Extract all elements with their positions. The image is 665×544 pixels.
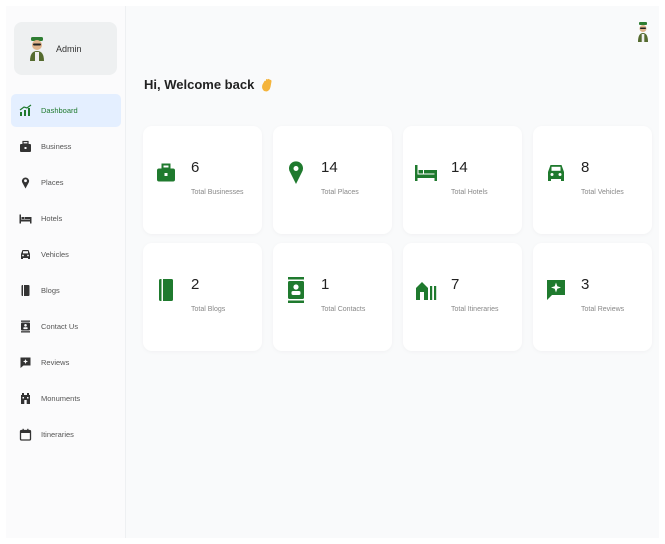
monument-icon xyxy=(19,392,32,405)
review-icon xyxy=(19,356,32,369)
stat-value: 14 xyxy=(321,159,338,176)
sidebar-item-label: Vehicles xyxy=(41,250,69,259)
sidebar-item-itineraries[interactable]: Itineraries xyxy=(11,418,121,451)
sidebar-item-monuments[interactable]: Monuments xyxy=(11,382,121,415)
stat-value: 1 xyxy=(321,276,330,293)
stat-card-blogs[interactable]: 2 Total Blogs xyxy=(143,243,262,351)
sidebar-item-business[interactable]: Business xyxy=(11,130,121,163)
stat-label: Total Vehicles xyxy=(581,189,624,196)
stat-value: 2 xyxy=(191,276,200,293)
user-name: Admin xyxy=(56,43,82,54)
sidebar-item-places[interactable]: Places xyxy=(11,166,121,199)
stat-label: Total Itineraries xyxy=(451,306,499,313)
book-icon xyxy=(155,277,177,303)
stat-card-places[interactable]: 14 Total Places xyxy=(273,126,392,234)
car-icon xyxy=(19,248,32,261)
itinerary-icon xyxy=(415,277,437,303)
sidebar-item-blogs[interactable]: Blogs xyxy=(11,274,121,307)
sidebar-item-label: Business xyxy=(41,142,72,151)
sidebar-nav: Dashboard Business Places Hotels Vehicle… xyxy=(11,94,121,454)
sidebar-item-hotels[interactable]: Hotels xyxy=(11,202,121,235)
chart-icon xyxy=(19,104,32,117)
sidebar-item-vehicles[interactable]: Vehicles xyxy=(11,238,121,271)
sidebar-item-label: Itineraries xyxy=(41,430,74,439)
calendar-icon xyxy=(19,428,32,441)
stat-card-reviews[interactable]: 3 Total Reviews xyxy=(533,243,652,351)
welcome-text: Hi, Welcome back xyxy=(144,77,255,92)
review-icon xyxy=(545,277,567,303)
bed-icon xyxy=(415,160,437,186)
waving-hand-icon xyxy=(262,78,272,91)
sidebar-item-reviews[interactable]: Reviews xyxy=(11,346,121,379)
sidebar-item-label: Blogs xyxy=(41,286,60,295)
app-frame: Admin Dashboard Business Places Hotels V… xyxy=(6,6,659,538)
avatar xyxy=(30,36,44,61)
book-icon xyxy=(19,284,32,297)
sidebar-item-contact-us[interactable]: Contact Us xyxy=(11,310,121,343)
sidebar-item-label: Contact Us xyxy=(41,322,79,331)
bed-icon xyxy=(19,212,32,225)
main-content: Hi, Welcome back 6 Total Businesses 14 T… xyxy=(127,6,659,538)
car-icon xyxy=(545,160,567,186)
contact-icon xyxy=(19,320,32,333)
stat-label: Total Places xyxy=(321,189,359,196)
stat-card-contacts[interactable]: 1 Total Contacts xyxy=(273,243,392,351)
briefcase-icon xyxy=(155,160,177,186)
stat-card-itineraries[interactable]: 7 Total Itineraries xyxy=(403,243,522,351)
stat-value: 3 xyxy=(581,276,590,293)
welcome-heading: Hi, Welcome back xyxy=(144,77,274,92)
map-pin-icon xyxy=(285,160,307,186)
user-card[interactable]: Admin xyxy=(14,22,117,75)
stat-label: Total Hotels xyxy=(451,189,488,196)
briefcase-icon xyxy=(19,140,32,153)
stat-value: 8 xyxy=(581,159,590,176)
stat-value: 14 xyxy=(451,159,468,176)
stat-card-businesses[interactable]: 6 Total Businesses xyxy=(143,126,262,234)
sidebar-item-label: Places xyxy=(41,178,64,187)
stat-label: Total Reviews xyxy=(581,306,625,313)
stat-value: 6 xyxy=(191,159,200,176)
stat-label: Total Blogs xyxy=(191,306,226,313)
sidebar-item-label: Reviews xyxy=(41,358,70,367)
stat-card-vehicles[interactable]: 8 Total Vehicles xyxy=(533,126,652,234)
contact-icon xyxy=(285,277,307,303)
sidebar-item-label: Monuments xyxy=(41,394,81,403)
sidebar-item-label: Dashboard xyxy=(41,106,78,115)
stat-value: 7 xyxy=(451,276,460,293)
profile-avatar[interactable] xyxy=(637,22,649,42)
sidebar-item-dashboard[interactable]: Dashboard xyxy=(11,94,121,127)
stats-grid: 6 Total Businesses 14 Total Places 14 To… xyxy=(143,126,652,351)
stat-label: Total Businesses xyxy=(191,189,244,196)
map-pin-icon xyxy=(19,176,32,189)
sidebar: Admin Dashboard Business Places Hotels V… xyxy=(6,6,126,538)
stat-label: Total Contacts xyxy=(321,306,366,313)
stat-card-hotels[interactable]: 14 Total Hotels xyxy=(403,126,522,234)
sidebar-item-label: Hotels xyxy=(41,214,63,223)
